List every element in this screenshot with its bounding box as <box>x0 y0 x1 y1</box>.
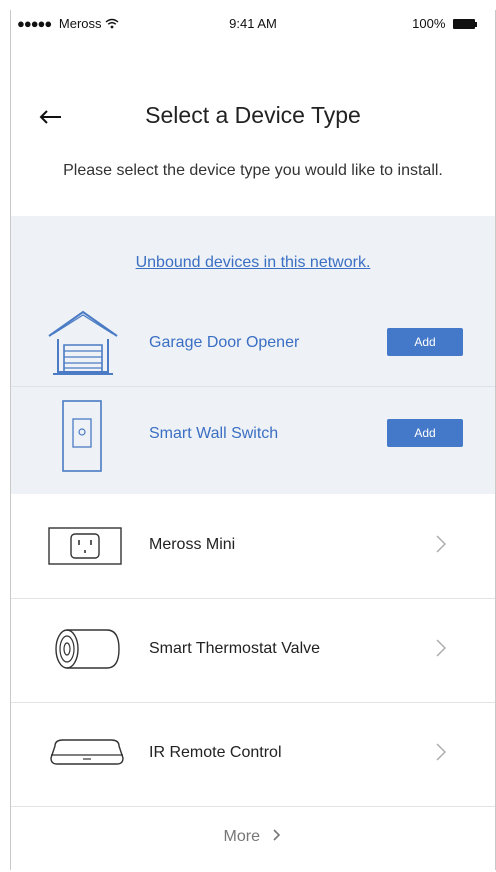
unbound-devices-section: Unbound devices in this network. Garage … <box>11 216 495 494</box>
device-label: Smart Thermostat Valve <box>149 640 321 657</box>
device-label: Smart Wall Switch <box>149 425 279 442</box>
status-bar: ●●●●● Meross 9:41 AM 100% <box>11 10 495 38</box>
phone-screen: ●●●●● Meross 9:41 AM 100% Select a Devic… <box>10 10 496 870</box>
ir-remote-icon <box>50 739 124 765</box>
unbound-device-row: Smart Wall Switch Add <box>11 386 495 483</box>
device-type-row-ir-remote[interactable]: IR Remote Control <box>11 702 495 807</box>
battery-percent: 100% <box>412 16 446 31</box>
battery-status: 100% <box>412 16 477 31</box>
chevron-right-icon <box>436 639 446 657</box>
wall-switch-icon <box>62 400 102 472</box>
device-label: IR Remote Control <box>149 744 282 761</box>
chevron-right-icon <box>436 743 446 761</box>
page-title: Select a Device Type <box>145 102 361 128</box>
header: Select a Device Type <box>11 88 495 144</box>
add-smart-wall-switch-button[interactable]: Add <box>387 419 463 447</box>
thermostat-valve-icon <box>55 629 120 669</box>
chevron-right-icon <box>436 535 446 553</box>
unbound-device-row: Garage Door Opener Add <box>11 296 495 392</box>
device-label: Garage Door Opener <box>149 334 300 351</box>
garage-door-icon <box>48 310 118 375</box>
device-type-row-meross-mini[interactable]: Meross Mini <box>11 494 495 599</box>
smart-plug-icon <box>48 527 122 565</box>
battery-icon <box>453 19 475 29</box>
device-type-row-thermostat-valve[interactable]: Smart Thermostat Valve <box>11 598 495 703</box>
chevron-right-icon <box>273 829 281 841</box>
device-label: Meross Mini <box>149 536 236 553</box>
more-label: More <box>224 828 283 845</box>
page-subtitle: Please select the device type you would … <box>63 162 443 179</box>
more-button[interactable]: More <box>11 806 495 862</box>
unbound-devices-link[interactable]: Unbound devices in this network. <box>11 254 495 272</box>
add-garage-door-opener-button[interactable]: Add <box>387 328 463 356</box>
